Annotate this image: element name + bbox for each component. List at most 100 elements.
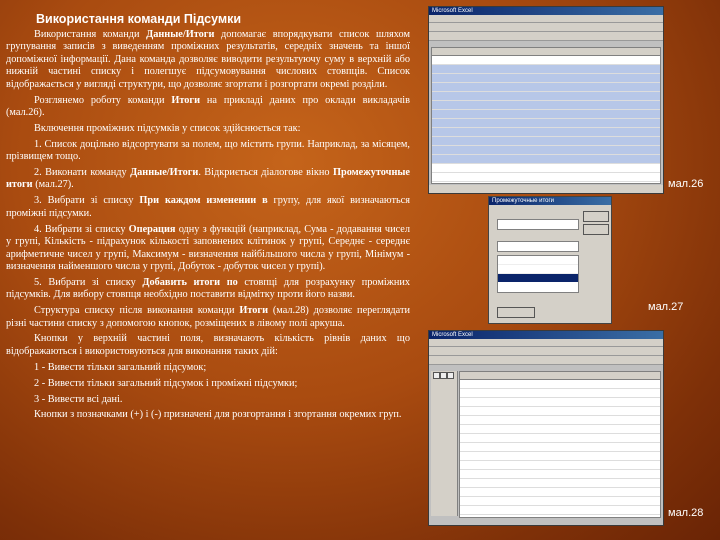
paragraph: Використання команди Данные/Итоги допома…: [6, 29, 410, 91]
excel-status-bar: [429, 185, 663, 193]
text-run: 1. Список доцільно відсортувати за полем…: [6, 138, 410, 163]
bold-term: Данные/Итоги: [146, 29, 215, 40]
table-row: [460, 425, 660, 434]
bold-term: Добавить итоги по: [142, 276, 238, 288]
table-row: [460, 434, 660, 443]
column-header-row: [432, 48, 660, 56]
column-header-row: [460, 372, 660, 380]
table-row: [432, 146, 660, 155]
paragraph: 2. Виконати команду Данные/Итоги. Відкри…: [6, 167, 410, 192]
excel-title-bar: Microsoft Excel: [429, 7, 663, 15]
body-text: Використання команди Данные/Итоги допома…: [6, 29, 410, 422]
table-row: [432, 128, 660, 137]
figure-28-screenshot: Microsoft Excel: [428, 330, 664, 526]
table-row: [460, 461, 660, 470]
table-row: [432, 101, 660, 110]
figure-27-caption: мал.27: [648, 301, 684, 313]
paragraph: Структура списку після виконання команди…: [6, 305, 410, 330]
list-item[interactable]: [498, 256, 578, 265]
ok-button[interactable]: [583, 211, 609, 222]
text-run: Розглянемо роботу команди: [34, 94, 172, 106]
operation-select[interactable]: [497, 241, 579, 252]
figure-26-screenshot: Microsoft Excel: [428, 6, 664, 194]
excel-menu-bar: [429, 339, 663, 347]
table-row: [460, 443, 660, 452]
paragraph: Кнопки у верхній частині поля, визначают…: [6, 333, 410, 358]
bold-term: Операция: [128, 223, 176, 235]
text-run: Кнопки з позначками (+) і (-) призначені…: [34, 409, 402, 421]
table-row: [432, 83, 660, 92]
excel-sheet: [459, 371, 661, 518]
table-row: [432, 119, 660, 128]
bold-term: Итоги: [239, 305, 269, 317]
paragraph: Кнопки з позначками (+) і (-) призначені…: [6, 409, 410, 421]
table-row: [460, 506, 660, 515]
text-run: 1 - Вивести тільки загальний підсумок;: [34, 361, 207, 373]
paragraph: 2 - Вивести тільки загальний підсумок і …: [6, 378, 410, 390]
table-row: [460, 479, 660, 488]
text-run: 2 - Вивести тільки загальний підсумок і …: [34, 377, 298, 389]
text-run: 5. Вибрати зі списку: [34, 276, 143, 288]
table-row: [432, 137, 660, 146]
table-row: [432, 74, 660, 83]
excel-format-toolbar: [429, 32, 663, 41]
text-run: . Відкриється діалогове вікно: [198, 167, 333, 179]
excel-title-bar: Microsoft Excel: [429, 331, 663, 339]
table-row: [460, 452, 660, 461]
bold-term: Итоги: [171, 94, 201, 106]
text-run: 3. Вибрати зі списку: [34, 195, 140, 207]
text-column: Використання команди Підсумки Використан…: [6, 6, 410, 425]
paragraph: Розглянемо роботу команди Итоги на прикл…: [6, 95, 410, 120]
figure-26-caption: мал.26: [668, 178, 704, 190]
table-row: [460, 497, 660, 506]
add-subtotal-list[interactable]: [497, 255, 579, 293]
excel-menu-bar: [429, 15, 663, 23]
outline-level-1-button[interactable]: [433, 372, 440, 379]
table-row: [460, 398, 660, 407]
paragraph: 1 - Вивести тільки загальний підсумок;: [6, 362, 410, 374]
table-row: [460, 470, 660, 479]
bold-term: При каждом изменении в: [139, 195, 268, 207]
table-row: [460, 488, 660, 497]
paragraph: 5. Вибрати зі списку Добавить итоги по с…: [6, 277, 410, 302]
group-by-select[interactable]: [497, 219, 579, 230]
dialog-title-bar: Промежуточные итоги: [489, 197, 611, 205]
paragraph: 4. Вибрати зі списку Операция одну з фун…: [6, 224, 410, 274]
excel-toolbar: [429, 347, 663, 356]
text-run: Використання команди: [34, 29, 147, 40]
table-row: [460, 380, 660, 389]
excel-toolbar: [429, 23, 663, 32]
text-run: 4. Вибрати зі списку: [34, 223, 129, 235]
table-row: [460, 389, 660, 398]
table-row: [432, 56, 660, 65]
table-row: [432, 173, 660, 182]
outline-level-3-button[interactable]: [447, 372, 454, 379]
paragraph: 3 - Вивести всі дані.: [6, 394, 410, 406]
table-row: [432, 110, 660, 119]
text-run: 3 - Вивести всі дані.: [34, 393, 123, 405]
figure-27-dialog: Промежуточные итоги: [488, 196, 612, 324]
paragraph: Включення проміжних підсумків у список з…: [6, 123, 410, 135]
text-run: Включення проміжних підсумків у список з…: [34, 122, 301, 134]
table-row: [432, 155, 660, 164]
outline-level-2-button[interactable]: [440, 372, 447, 379]
table-row: [432, 65, 660, 74]
table-row: [432, 164, 660, 173]
table-row: [432, 92, 660, 101]
text-run: Структура списку після виконання команди: [34, 305, 240, 317]
figure-28-caption: мал.28: [668, 507, 704, 519]
bold-term: Данные/Итоги: [130, 167, 199, 179]
text-run: Кнопки у верхній частині поля, визначают…: [6, 333, 410, 357]
paragraph: 1. Список доцільно відсортувати за полем…: [6, 139, 410, 164]
outline-bar: [431, 371, 458, 516]
remove-all-button[interactable]: [497, 307, 535, 318]
table-row: [460, 407, 660, 416]
paragraph: 3. Вибрати зі списку При каждом изменени…: [6, 195, 410, 220]
cancel-button[interactable]: [583, 224, 609, 235]
list-item[interactable]: [498, 274, 578, 282]
list-item[interactable]: [498, 265, 578, 274]
excel-format-toolbar: [429, 356, 663, 365]
page-title: Використання команди Підсумки: [36, 12, 242, 26]
text-run: (мал.27).: [32, 179, 74, 191]
table-row: [460, 416, 660, 425]
